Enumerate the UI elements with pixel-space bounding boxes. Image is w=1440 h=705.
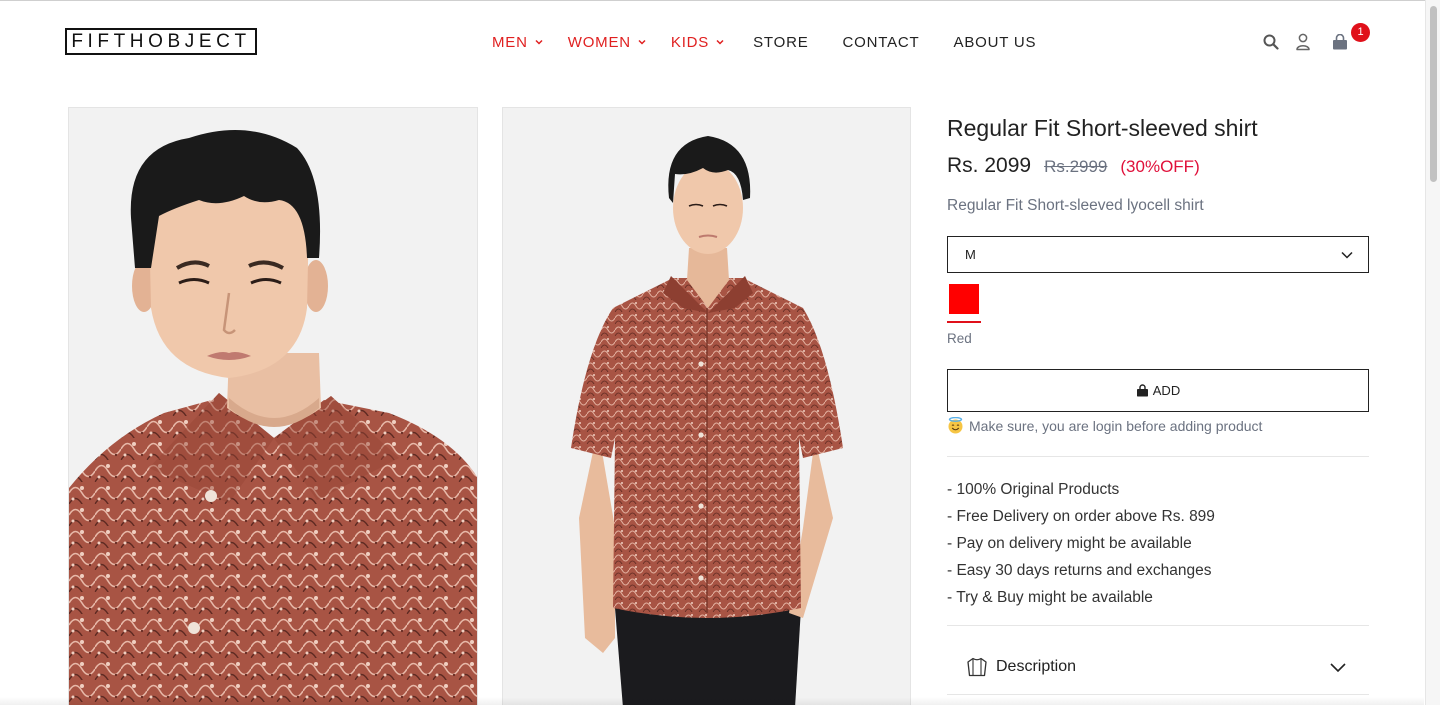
user-icon[interactable]	[1294, 33, 1312, 51]
nav-item-label: KIDS	[670, 33, 710, 51]
main-nav: MEN WOMEN KIDS STORE CONTACT ABOUT US	[492, 31, 1070, 53]
size-selected-value: M	[965, 247, 976, 262]
divider	[947, 456, 1369, 457]
shirt-icon	[967, 657, 987, 677]
feature-item: - Free Delivery on order above Rs. 899	[947, 508, 1215, 525]
product-title: Regular Fit Short-sleeved shirt	[947, 115, 1258, 141]
page-scrollbar[interactable]	[1425, 0, 1440, 705]
divider	[947, 625, 1369, 626]
divider	[947, 694, 1369, 695]
scrollbar-thumb[interactable]	[1430, 6, 1437, 182]
brand-logo[interactable]: FIFTHOBJECT	[65, 28, 257, 55]
nav-item-kids[interactable]: KIDS	[671, 34, 725, 51]
search-icon[interactable]	[1262, 33, 1280, 51]
nav-item-men[interactable]: MEN	[492, 34, 544, 51]
price-row: Rs. 2099 Rs.2999 (30%OFF)	[947, 154, 1200, 178]
login-notice: Make sure, you are login before adding p…	[947, 417, 1262, 434]
nav-item-label: CONTACT	[842, 33, 920, 51]
cart-icon[interactable]	[1331, 33, 1349, 51]
feature-item: - Pay on delivery might be available	[947, 535, 1192, 552]
current-price: Rs. 2099	[947, 154, 1032, 177]
feature-item: - Easy 30 days returns and exchanges	[947, 562, 1212, 579]
feature-item: - 100% Original Products	[947, 481, 1120, 498]
color-swatch-red[interactable]	[949, 284, 979, 314]
nav-item-label: MEN	[492, 33, 528, 51]
window-bottom-shadow	[0, 697, 1424, 705]
chevron-down-icon	[1341, 251, 1353, 259]
nav-item-about-us[interactable]: ABOUT US	[954, 34, 1037, 51]
chevron-down-icon	[535, 39, 543, 45]
product-image-closeup[interactable]	[68, 107, 478, 705]
window-top-border	[0, 0, 1440, 1]
original-price: Rs.2999	[1044, 157, 1108, 176]
product-image-fullbody[interactable]	[502, 107, 911, 705]
cart-count-badge: 1	[1351, 23, 1370, 42]
size-select[interactable]: M	[947, 236, 1369, 273]
nav-item-label: STORE	[753, 33, 809, 51]
nav-item-label: WOMEN	[567, 33, 631, 51]
chevron-down-icon	[638, 39, 646, 45]
chevron-down-icon	[1330, 663, 1346, 673]
nav-item-women[interactable]: WOMEN	[568, 34, 647, 51]
accordion-label: Description	[996, 658, 1077, 675]
color-name-label: Red	[947, 331, 972, 346]
nav-item-contact[interactable]: CONTACT	[843, 34, 920, 51]
shopping-bag-icon	[1136, 384, 1148, 397]
add-to-cart-button[interactable]: ADD	[947, 369, 1369, 412]
chevron-down-icon	[716, 39, 724, 45]
login-notice-text: Make sure, you are login before adding p…	[969, 417, 1263, 434]
add-button-label: ADD	[1152, 383, 1181, 398]
feature-list: - 100% Original Products - Free Delivery…	[947, 476, 1215, 611]
nav-item-store[interactable]: STORE	[753, 34, 808, 51]
discount-percent: (30%OFF)	[1120, 157, 1200, 176]
nav-item-label: ABOUT US	[953, 33, 1037, 51]
smiling-face-halo-icon	[948, 417, 963, 434]
product-short-description: Regular Fit Short-sleeved lyocell shirt	[947, 197, 1204, 214]
feature-item: - Try & Buy might be available	[947, 589, 1153, 606]
swatch-selected-indicator	[947, 321, 981, 323]
description-accordion[interactable]: Description	[947, 640, 1369, 694]
